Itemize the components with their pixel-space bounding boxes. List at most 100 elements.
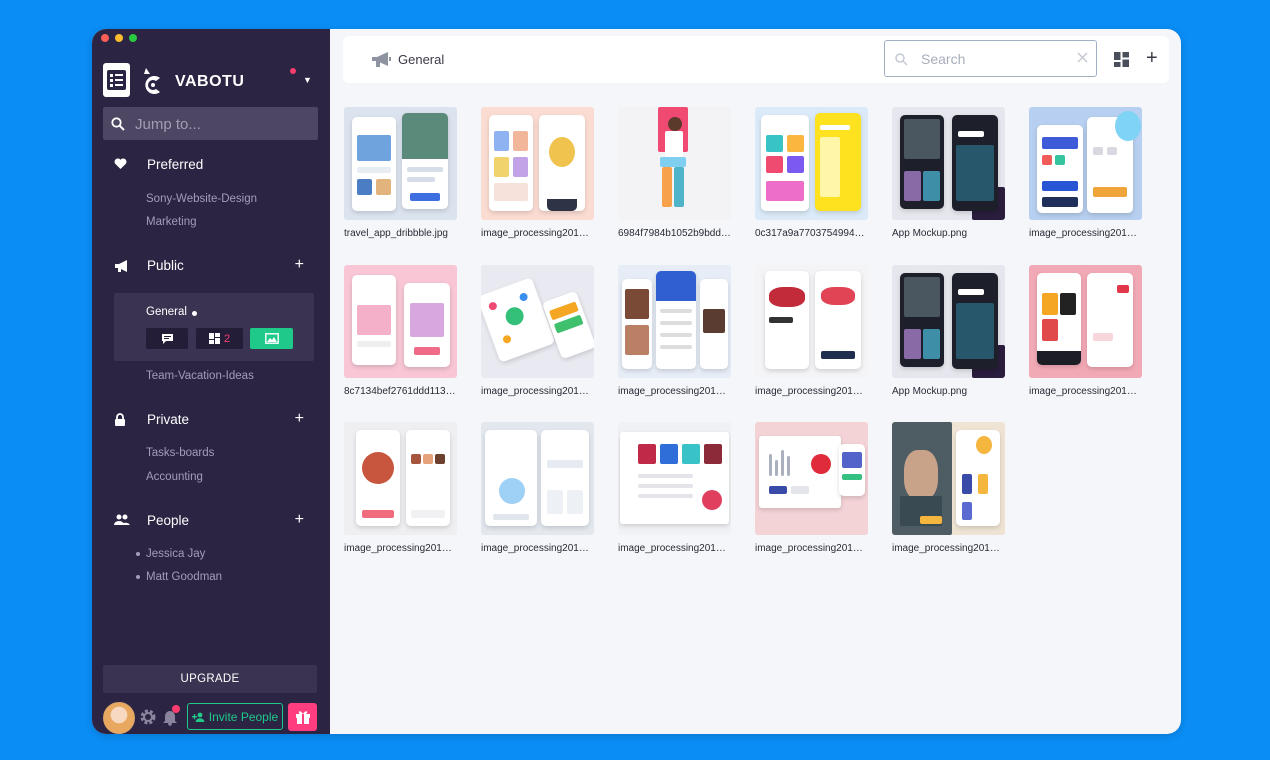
file-thumbnail[interactable] (1029, 107, 1142, 220)
invite-people-button[interactable]: Invite People (187, 703, 283, 730)
sidebar-item-accounting[interactable]: Accounting (146, 471, 203, 483)
file-tile[interactable]: image_processing20190... (481, 265, 594, 397)
search-box[interactable] (884, 40, 1097, 77)
unread-dot (192, 311, 197, 316)
file-thumbnail[interactable] (618, 265, 731, 378)
section-preferred[interactable]: Preferred (114, 156, 304, 176)
search-icon (895, 53, 908, 66)
file-thumbnail[interactable] (755, 265, 868, 378)
add-public-channel-button[interactable]: + (295, 256, 304, 274)
heart-icon (114, 158, 127, 169)
channel-name[interactable]: General (146, 306, 187, 318)
notification-dot (290, 68, 296, 74)
clear-icon[interactable] (1077, 52, 1088, 63)
sidebar-item-tasks-boards[interactable]: Tasks-boards (146, 447, 214, 459)
file-thumbnail[interactable] (618, 107, 731, 220)
maximize-window-button[interactable] (129, 34, 137, 42)
file-tile[interactable]: image_processing20190... (892, 422, 1005, 554)
sidebar-item-jessica-jay[interactable]: Jessica Jay (146, 548, 205, 560)
file-tile[interactable]: image_processing20190... (344, 422, 457, 554)
chat-icon (161, 333, 173, 344)
boards-count-badge: 2 (223, 332, 231, 345)
section-private[interactable]: Private + (114, 410, 304, 431)
gear-icon[interactable] (139, 708, 157, 726)
file-tile[interactable]: App Mockup.png (892, 265, 1005, 397)
vabotu-logo-icon (144, 68, 160, 94)
jump-to-input[interactable] (133, 113, 307, 135)
channel-media-button[interactable] (250, 328, 293, 349)
lock-icon (115, 413, 125, 426)
channel-boards-button[interactable]: 2 (196, 328, 243, 349)
file-tile[interactable]: travel_app_dribbble.jpg (344, 107, 457, 239)
notification-dot (172, 705, 180, 713)
workspace-name: VABOTU (175, 73, 245, 90)
grid-view-icon[interactable] (1114, 52, 1129, 67)
close-window-button[interactable] (101, 34, 109, 42)
file-thumbnail[interactable] (892, 265, 1005, 378)
file-tile[interactable]: image_processing20191... (481, 107, 594, 239)
section-people[interactable]: People + (114, 511, 304, 532)
jump-to-search[interactable] (103, 107, 318, 140)
workspace-header[interactable]: VABOTU ▼ (103, 63, 319, 99)
section-label: Public (147, 258, 184, 273)
file-tile[interactable]: 8c7134bef2761ddd1137... (344, 265, 457, 397)
channel-general-card[interactable]: General 2 (114, 293, 314, 361)
file-thumbnail[interactable] (755, 107, 868, 220)
file-tile[interactable]: image_processing20190... (755, 422, 868, 554)
file-thumbnail[interactable] (344, 265, 457, 378)
boards-icon (208, 333, 220, 344)
channel-header: General + (343, 36, 1169, 83)
file-tile[interactable]: 6984f7984b1052b9bdd5... (618, 107, 731, 239)
section-label: Preferred (147, 157, 204, 172)
chevron-down-icon[interactable]: ▼ (303, 75, 312, 85)
minimize-window-button[interactable] (115, 34, 123, 42)
app-menu-icon[interactable] (103, 63, 130, 97)
add-file-button[interactable]: + (1146, 47, 1158, 70)
file-tile[interactable]: image_processing20190... (481, 422, 594, 554)
file-name: travel_app_dribbble.jpg (344, 228, 448, 239)
file-name: App Mockup.png (892, 386, 968, 397)
upgrade-button[interactable]: UPGRADE (103, 665, 317, 693)
channel-chat-button[interactable] (146, 328, 188, 349)
file-name: image_processing20190... (755, 543, 868, 554)
sidebar-item-marketing[interactable]: Marketing (146, 216, 197, 228)
file-name: image_processing20190... (618, 543, 731, 554)
gift-button[interactable] (288, 703, 317, 731)
file-name: image_processing20190... (755, 386, 868, 397)
add-private-channel-button[interactable]: + (295, 410, 304, 428)
image-icon (264, 333, 279, 344)
sidebar-item-team-vacation-ideas[interactable]: Team-Vacation-Ideas (146, 370, 254, 382)
file-tile[interactable]: image_processing20190... (1029, 107, 1142, 239)
presence-dot (136, 552, 140, 556)
file-tile[interactable]: image_processing20190... (755, 265, 868, 397)
file-thumbnail[interactable] (1029, 265, 1142, 378)
search-input[interactable] (919, 49, 1073, 69)
file-tile[interactable]: 0c317a9a770375499490... (755, 107, 868, 239)
file-thumbnail[interactable] (481, 107, 594, 220)
file-tile[interactable]: image_processing20190... (618, 422, 731, 554)
file-thumbnail[interactable] (344, 422, 457, 535)
file-tile[interactable]: image_processing20190... (618, 265, 731, 397)
section-public[interactable]: Public + (114, 256, 304, 277)
sidebar-item-matt-goodman[interactable]: Matt Goodman (146, 571, 222, 583)
add-person-icon (191, 712, 205, 722)
file-thumbnail[interactable] (892, 422, 1005, 535)
file-thumbnail[interactable] (481, 265, 594, 378)
file-name: image_processing20190... (1029, 228, 1142, 239)
file-thumbnail[interactable] (344, 107, 457, 220)
app-window: VABOTU ▼ Preferred Sony-Website-Design M… (92, 29, 1181, 734)
megaphone-icon (115, 260, 127, 272)
file-thumbnail[interactable] (755, 422, 868, 535)
sidebar-item-sony-website-design[interactable]: Sony-Website-Design (146, 193, 257, 205)
file-name: image_processing20190... (1029, 386, 1142, 397)
file-tile[interactable]: image_processing20190... (1029, 265, 1142, 397)
file-thumbnail[interactable] (618, 422, 731, 535)
gift-icon (295, 711, 310, 724)
file-thumbnail[interactable] (892, 107, 1005, 220)
channel-title: General (398, 52, 445, 67)
invite-label: Invite People (208, 709, 279, 724)
add-person-button[interactable]: + (295, 511, 304, 529)
file-tile[interactable]: App Mockup.png (892, 107, 1005, 239)
user-avatar[interactable] (103, 702, 135, 734)
file-thumbnail[interactable] (481, 422, 594, 535)
